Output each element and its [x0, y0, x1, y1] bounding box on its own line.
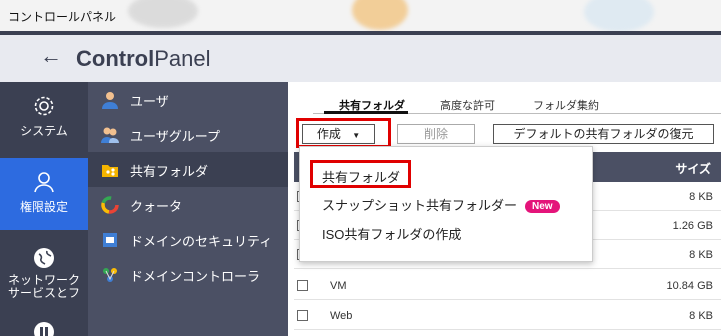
delete-button-label: 削除 — [423, 127, 448, 141]
app-brand: ControlPanel — [76, 46, 211, 71]
subnav-label: ドメインのセキュリティ — [130, 234, 273, 249]
rail-item-label: 権限設定 — [19, 200, 68, 214]
globe-icon — [34, 248, 54, 268]
delete-button[interactable]: 削除 — [397, 124, 475, 144]
subnav-item-user-groups[interactable]: ユーザグループ — [88, 117, 288, 152]
rail-item-system[interactable]: システム — [0, 94, 88, 154]
domain-controller-icon — [103, 268, 117, 282]
subnav-item-shared-folders[interactable]: 共有フォルダ — [88, 152, 288, 187]
background-blur-decoration — [584, 0, 654, 32]
tab-shared-folders[interactable]: 共有フォルダ — [339, 97, 405, 113]
menu-item-label: スナップショット共有フォルダー — [322, 198, 518, 213]
subnav-label: ドメインコントローラ — [130, 269, 261, 284]
restore-default-shared-folders-button[interactable]: デフォルトの共有フォルダの復元 — [493, 124, 714, 144]
domain-security-icon — [103, 233, 117, 247]
subnav-item-quota[interactable]: クォータ — [88, 187, 288, 222]
rail-item-privilege[interactable]: 権限設定 — [0, 158, 88, 230]
row-checkbox[interactable] — [297, 310, 308, 321]
new-badge: New — [525, 200, 560, 213]
highlight-create-button — [296, 118, 391, 148]
title-bar: コントロールパネル — [0, 0, 721, 32]
tab-folder-aggregation[interactable]: フォルダ集約 — [533, 97, 599, 113]
subnav-label: ユーザグループ — [130, 129, 220, 144]
menu-item-iso-shared-folder[interactable]: ISO共有フォルダの作成 — [322, 224, 461, 243]
background-blur-decoration — [352, 0, 408, 30]
subnav-item-users[interactable]: ユーザ — [88, 82, 288, 117]
user-icon — [34, 172, 54, 193]
gear-icon — [34, 96, 54, 116]
subnav-label: クォータ — [130, 199, 183, 214]
subnav-item-domain-controller[interactable]: ドメインコントローラ — [88, 257, 288, 292]
row-size: 8 KB — [689, 191, 713, 203]
user-group-icon — [101, 127, 119, 143]
column-header-size[interactable]: サイズ — [675, 160, 711, 177]
subnav-label: 共有フォルダ — [130, 164, 209, 179]
row-size: 10.84 GB — [666, 280, 713, 292]
back-arrow-icon[interactable]: ← — [40, 43, 62, 69]
rail-item-label: サービスとフ — [7, 286, 80, 300]
table-row[interactable]: VM 10.84 GB — [294, 271, 721, 300]
apps-icon — [34, 322, 54, 336]
subnav-item-domain-security[interactable]: ドメインのセキュリティ — [88, 222, 288, 257]
user-icon — [102, 92, 118, 109]
highlight-shared-folder-item — [310, 160, 411, 188]
sub-nav: ユーザ ユーザグループ 共有フォルダ クォータ ドメインのセキュリティ ドメイン… — [88, 82, 288, 336]
row-name: Web — [330, 310, 353, 322]
row-size: 8 KB — [689, 249, 713, 261]
row-size: 1.26 GB — [672, 220, 713, 232]
row-size: 8 KB — [689, 310, 713, 322]
row-name: VM — [330, 280, 347, 292]
tab-advanced-permissions[interactable]: 高度な許可 — [440, 97, 495, 113]
restore-button-label: デフォルトの共有フォルダの復元 — [513, 127, 694, 141]
main-nav-rail: システム 権限設定 ネットワーク サービスとフ — [0, 82, 88, 336]
table-row[interactable]: Web 8 KB — [294, 301, 721, 330]
app-header: ← ControlPanel — [0, 31, 721, 82]
menu-item-snapshot-shared-folder[interactable]: スナップショット共有フォルダー New — [322, 195, 560, 214]
rail-item-label: システム — [20, 124, 68, 138]
rail-item-network[interactable]: ネットワーク サービスとフ — [0, 246, 88, 306]
rail-item-partial[interactable] — [0, 320, 88, 336]
row-checkbox[interactable] — [297, 280, 308, 291]
shared-folder-icon — [102, 165, 118, 177]
window-title: コントロールパネル — [8, 10, 117, 24]
subnav-label: ユーザ — [130, 94, 169, 109]
background-blur-decoration — [128, 0, 198, 28]
quota-icon — [101, 196, 119, 214]
